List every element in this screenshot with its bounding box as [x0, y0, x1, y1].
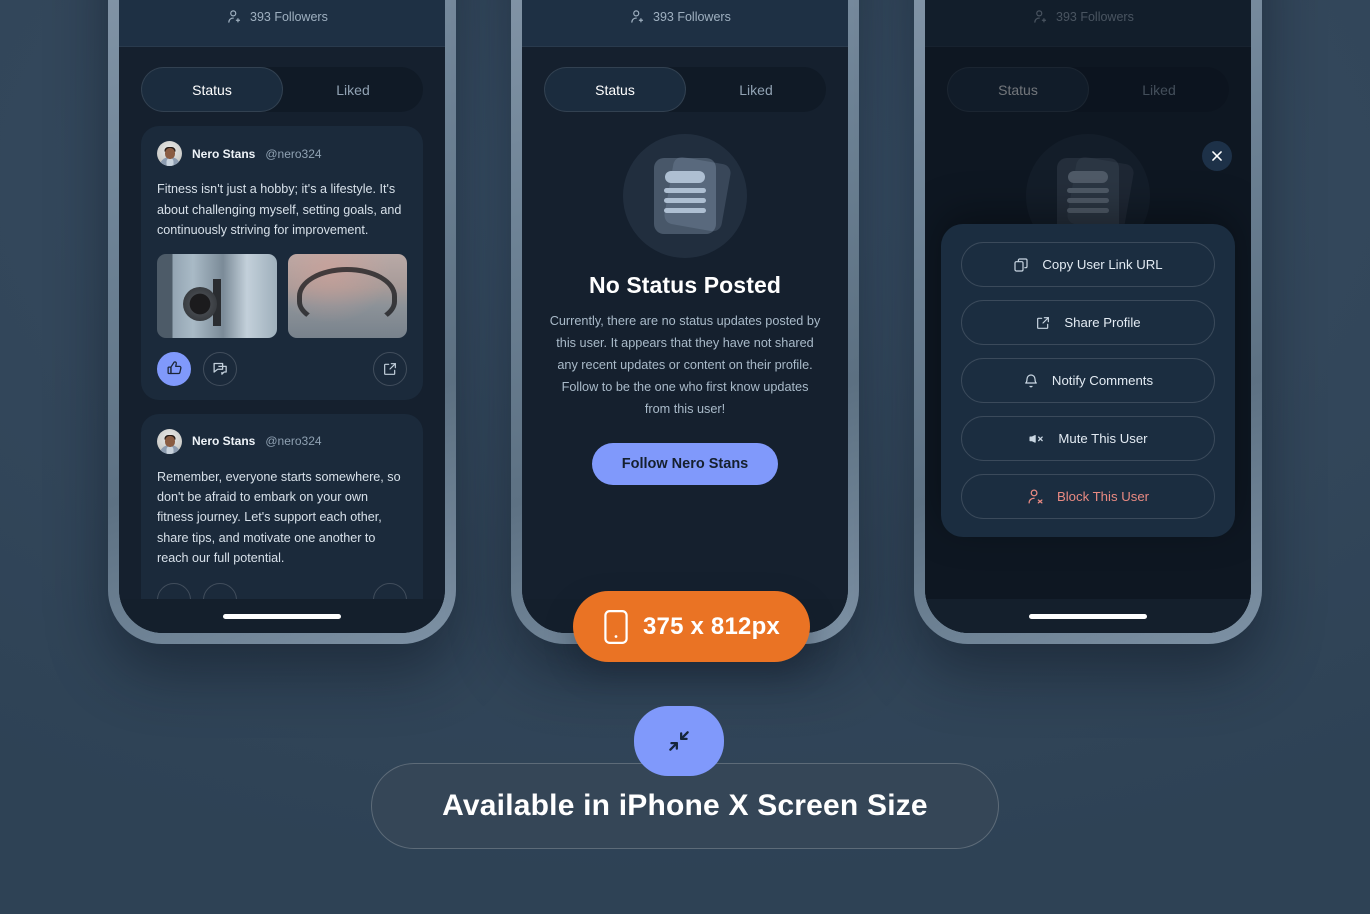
- action-mute-this-user[interactable]: Mute This User: [961, 416, 1215, 461]
- copy-icon: [1013, 257, 1029, 273]
- share-button[interactable]: [373, 582, 407, 599]
- action-notify-comments[interactable]: Notify Comments: [961, 358, 1215, 403]
- followers-icon: [630, 9, 645, 24]
- mobile-icon: [603, 609, 629, 645]
- availability-label: Available in iPhone X Screen Size: [442, 789, 928, 822]
- post-card[interactable]: Nero Stans @nero324 Fitness isn't just a…: [141, 126, 423, 400]
- followers-count: 393 Followers: [653, 9, 731, 24]
- share-icon: [382, 361, 398, 377]
- post-images: [157, 253, 407, 338]
- action-block-this-user[interactable]: Block This User: [961, 474, 1215, 519]
- profile-meta: Nero Stans @nero324 393 Followers: [227, 0, 330, 24]
- post-image-barbell[interactable]: [157, 253, 277, 338]
- phone-screen-bezel: Nero Stans @nero324 393 Followers: [119, 0, 445, 633]
- avatar: [157, 141, 182, 167]
- block-user-icon: [1027, 488, 1044, 505]
- tab-liked[interactable]: Liked: [686, 67, 826, 112]
- post-handle: @nero324: [265, 434, 322, 449]
- screen-size-badge: 375 x 812px: [573, 591, 810, 662]
- follow-nero-stans-button[interactable]: Follow Nero Stans: [591, 442, 779, 485]
- phone-screen-bezel: Nero Stans @nero324 393 Followers: [925, 0, 1251, 633]
- post-actions: [157, 582, 407, 599]
- phone-mockup-feed: Nero Stans @nero324 393 Followers: [108, 0, 456, 644]
- phone-mockup-action-sheet: Nero Stans @nero324 393 Followers: [914, 0, 1262, 644]
- home-indicator[interactable]: [223, 613, 341, 619]
- home-indicator[interactable]: [1029, 613, 1147, 619]
- mute-icon: [1028, 430, 1045, 447]
- shrink-button[interactable]: [634, 706, 724, 776]
- feed-list[interactable]: Nero Stans @nero324 Fitness isn't just a…: [119, 126, 445, 599]
- share-button[interactable]: [373, 351, 407, 386]
- empty-state-description: Currently, there are no status updates p…: [549, 314, 821, 416]
- like-button[interactable]: [157, 582, 191, 599]
- post-header: Nero Stans @nero324: [157, 141, 407, 167]
- app-screen-feed: Nero Stans @nero324 393 Followers: [119, 0, 445, 633]
- followers-row: 393 Followers: [630, 9, 733, 24]
- screen-size-label: 375 x 812px: [643, 612, 780, 640]
- profile-meta: Nero Stans @nero324 393 Followers: [630, 0, 733, 24]
- no-status-illustration-icon: [623, 134, 747, 259]
- empty-state-title: No Status Posted: [588, 272, 781, 299]
- phone-mockup-empty-state: Nero Stans @nero324 393 Followers: [511, 0, 859, 644]
- showcase-stage: Nero Stans @nero324 393 Followers: [0, 0, 1370, 914]
- action-sheet: Copy User Link URL Share Profile Notify …: [941, 224, 1235, 537]
- action-label: Mute This User: [1058, 431, 1148, 446]
- post-card[interactable]: Nero Stans @nero324 Remember, everyone s…: [141, 413, 423, 599]
- tab-status[interactable]: Status: [544, 67, 686, 113]
- close-icon: [1210, 149, 1224, 163]
- post-header: Nero Stans @nero324: [157, 428, 407, 454]
- shrink-arrows-icon: [666, 728, 692, 754]
- action-label: Notify Comments: [1051, 373, 1154, 388]
- profile-header: Nero Stans @nero324 393 Followers: [522, 0, 848, 48]
- post-text: Fitness isn't just a hobby; it's a lifes…: [157, 182, 402, 238]
- post-author: Nero Stans: [192, 434, 256, 449]
- action-copy-user-link-url[interactable]: Copy User Link URL: [961, 242, 1215, 287]
- followers-count: 393 Followers: [250, 9, 328, 24]
- like-button[interactable]: [157, 351, 191, 386]
- comment-button[interactable]: [203, 351, 237, 386]
- close-button[interactable]: [1202, 141, 1232, 171]
- tab-status[interactable]: Status: [141, 67, 283, 113]
- post-text: Remember, everyone starts somewhere, so …: [157, 469, 401, 566]
- tab-bar: Status Liked: [544, 67, 826, 113]
- tabs-container: Status Liked: [119, 47, 445, 126]
- comment-button[interactable]: [203, 582, 237, 599]
- share-icon: [1035, 315, 1051, 331]
- post-actions: [157, 351, 407, 386]
- app-screen-empty: Nero Stans @nero324 393 Followers: [522, 0, 848, 633]
- action-label: Share Profile: [1064, 315, 1141, 330]
- followers-icon: [227, 9, 242, 24]
- action-label: Block This User: [1056, 489, 1150, 504]
- post-author: Nero Stans: [192, 146, 256, 161]
- tabs-container: Status Liked: [522, 47, 848, 126]
- post-image-battle-ropes[interactable]: [287, 253, 407, 338]
- home-indicator-zone: [119, 599, 445, 633]
- empty-state: No Status Posted Currently, there are no…: [522, 126, 848, 599]
- bell-icon: [1023, 373, 1039, 389]
- post-handle: @nero324: [265, 146, 322, 161]
- action-share-profile[interactable]: Share Profile: [961, 300, 1215, 345]
- home-indicator-zone: [925, 599, 1251, 633]
- profile-header: Nero Stans @nero324 393 Followers: [119, 0, 445, 48]
- thumbs-up-icon: [166, 360, 183, 377]
- comment-icon: [212, 360, 229, 377]
- tab-liked[interactable]: Liked: [283, 67, 423, 112]
- followers-row: 393 Followers: [227, 9, 330, 24]
- phone-screen-bezel: Nero Stans @nero324 393 Followers: [522, 0, 848, 633]
- avatar: [157, 428, 182, 454]
- action-label: Copy User Link URL: [1042, 257, 1163, 272]
- tab-bar: Status Liked: [141, 67, 423, 113]
